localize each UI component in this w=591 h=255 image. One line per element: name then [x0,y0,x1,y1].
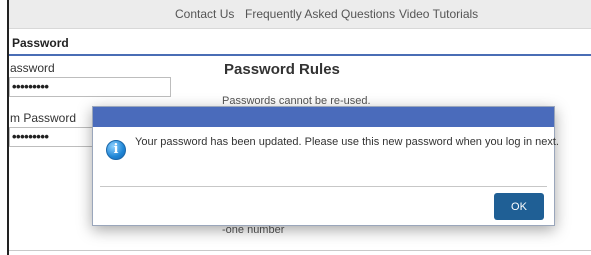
new-password-value: ••••••••• [12,79,49,94]
confirm-password-label: m Password [10,111,77,125]
new-password-label: assword [10,61,55,75]
page: Contact Us Frequently Asked Questions Vi… [0,0,591,255]
new-password-field[interactable]: ••••••••• [9,77,171,97]
nav-video-tutorials-link[interactable]: Video Tutorials [399,7,478,21]
section-title: Password [12,36,69,50]
info-icon: i [106,140,126,160]
ok-button[interactable]: OK [494,193,544,220]
dialog-divider [100,186,547,187]
nav-contact-us-link[interactable]: Contact Us [175,7,234,21]
section-header: Password [9,29,591,56]
password-rules-title: Password Rules [224,61,340,78]
password-updated-dialog: i Your password has been updated. Please… [92,106,559,226]
dialog-titlebar [93,107,554,127]
dialog-message: Your password has been updated. Please u… [135,136,559,148]
nav-faq-link[interactable]: Frequently Asked Questions [245,7,395,21]
divider [9,250,591,251]
top-nav: Contact Us Frequently Asked Questions Vi… [9,0,591,29]
confirm-password-value: ••••••••• [12,129,49,144]
